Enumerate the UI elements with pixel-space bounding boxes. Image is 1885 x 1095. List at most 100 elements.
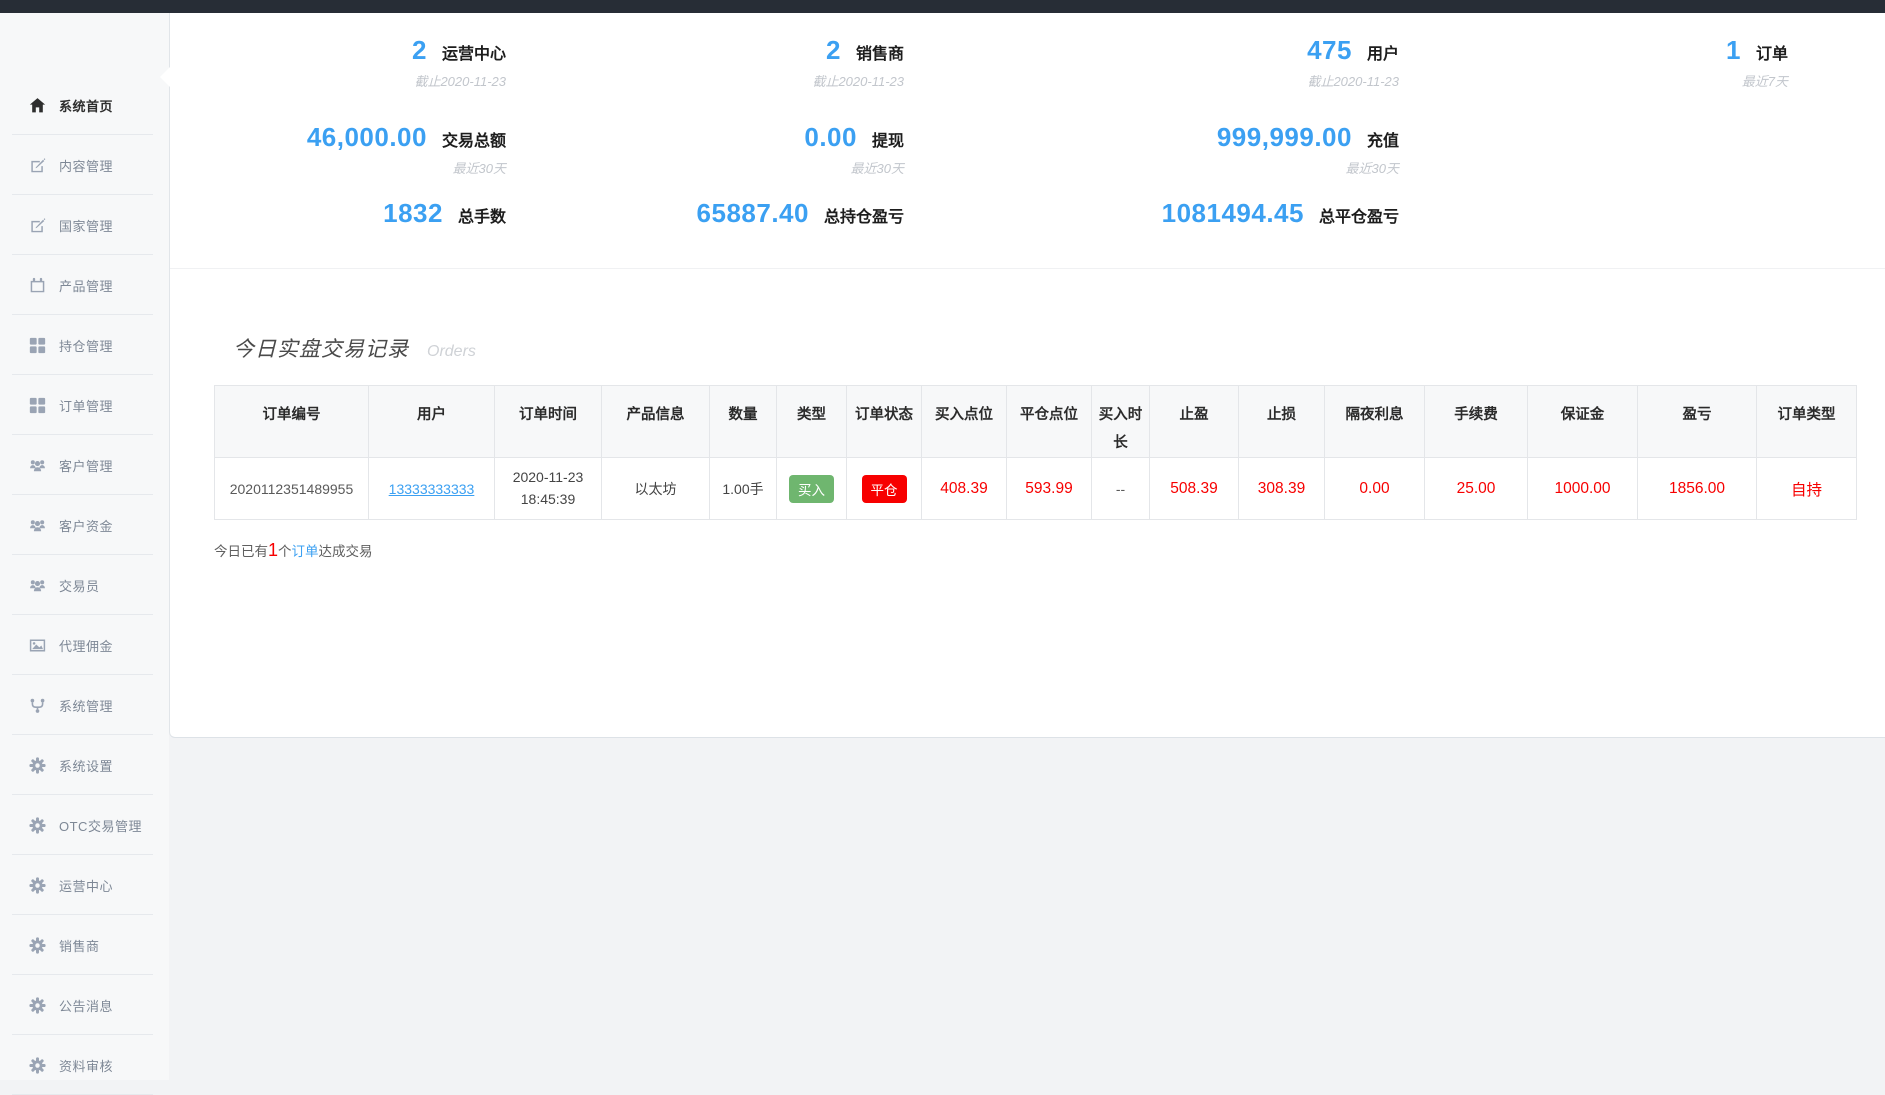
stat-value: 65887.40	[696, 198, 809, 228]
sidebar-item-label: 代理佣金	[59, 638, 114, 654]
sidebar: 系统首页内容管理国家管理产品管理持仓管理订单管理 客户管理客户资金交易员代理佣金系…	[0, 13, 169, 1095]
sidebar-item-label: 系统首页	[59, 98, 114, 114]
sidebar-item-产品管理[interactable]: 产品管理	[0, 255, 169, 315]
stat-value: 1	[1726, 35, 1741, 65]
stat-label: 充值	[1366, 133, 1399, 150]
col-header-overnight-interest: 隔夜利息	[1324, 384, 1425, 459]
calendar-icon	[26, 276, 48, 294]
cell-overnight-interest: 0.00	[1324, 457, 1425, 521]
sidebar-item-label: 系统管理	[59, 698, 114, 714]
stat-operation-centers: 2 运营中心 截止2020-11-23	[412, 35, 506, 89]
sidebar-item-销售商[interactable]: 销售商	[0, 915, 169, 975]
cell-order-no: 2020112351489955	[214, 457, 369, 521]
order-clock: 18:45:39	[520, 490, 576, 507]
stat-deposits: 999,999.00 充值 最近30天	[1216, 122, 1399, 176]
cell-stop-loss: 308.39	[1238, 457, 1325, 521]
stat-orders: 1 订单 最近7天	[1726, 35, 1788, 89]
note-prefix: 今日已有	[214, 544, 268, 560]
stat-withdrawals: 0.00 提现 最近30天	[804, 122, 904, 176]
note-unit: 个	[278, 544, 292, 560]
stat-note: 截止2020-11-23	[1307, 74, 1399, 89]
stat-label: 运营中心	[441, 46, 506, 63]
note-orders-link[interactable]: 订单	[292, 544, 319, 559]
col-header-product: 产品信息	[601, 384, 710, 459]
sidebar-item-label: OTC交易管理	[59, 818, 142, 834]
cell-type: 买入	[776, 457, 847, 521]
sidebar-item-系统设置[interactable]: 系统设置	[0, 735, 169, 795]
stat-value: 999,999.00	[1216, 122, 1352, 152]
orders-title-en: Orders	[427, 343, 476, 360]
stats-column-2: 2 销售商 截止2020-11-23 0.00 提现 最近30天 65887.40 总…	[530, 35, 930, 268]
col-header-type: 类型	[776, 384, 847, 459]
sidebar-item-label: 持仓管理	[59, 338, 114, 354]
note-count: 1	[268, 540, 279, 561]
grid-icon	[26, 336, 48, 354]
cell-status: 平仓	[846, 457, 922, 521]
note-suffix: 达成交易	[318, 544, 373, 560]
col-header-margin: 保证金	[1527, 384, 1638, 459]
sidebar-item-OTC交易管理[interactable]: OTC交易管理	[0, 795, 169, 855]
gear-icon	[26, 996, 48, 1014]
gear-icon	[26, 1056, 48, 1074]
orders-summary-note: 今日已有1个订单达成交易	[214, 540, 1885, 560]
sidebar-item-代理佣金[interactable]: 代理佣金	[0, 615, 169, 675]
orders-table: 订单编号 用户 订单时间 产品信息 数量 类型 订单状态 买入点位 平仓点位 买…	[214, 384, 1857, 521]
cell-buy-point: 408.39	[921, 457, 1007, 521]
stat-open-position-pl: 65887.40 总持仓盈亏	[697, 198, 904, 228]
stats-column-1: 2 运营中心 截止2020-11-23 46,000.00 交易总额 最近30天 1…	[170, 35, 530, 268]
stat-label: 总持仓盈亏	[823, 209, 904, 226]
branch-icon	[26, 696, 48, 714]
cell-take-profit: 508.39	[1149, 457, 1239, 521]
dashboard-stats: 2 运营中心 截止2020-11-23 46,000.00 交易总额 最近30天 1…	[170, 13, 1885, 268]
stat-value: 46,000.00	[306, 122, 427, 152]
sidebar-item-国家管理[interactable]: 国家管理	[0, 195, 169, 255]
cell-order-type: 自持	[1756, 457, 1857, 521]
gear-icon	[26, 936, 48, 954]
sidebar-item-系统首页[interactable]: 系统首页	[0, 75, 169, 135]
sidebar-item-系统管理[interactable]: 系统管理	[0, 675, 169, 735]
stats-column-3: 475 用户 截止2020-11-23 999,999.00 充值 最近30天 10…	[930, 35, 1425, 268]
stat-label: 用户	[1366, 46, 1399, 63]
col-header-order-no: 订单编号	[214, 384, 369, 459]
col-header-order-time: 订单时间	[494, 384, 602, 459]
stat-value: 2	[826, 35, 841, 65]
stat-value: 0.00	[804, 122, 857, 152]
sidebar-item-label: 内容管理	[59, 158, 114, 174]
col-header-buy-duration: 买入时长	[1091, 384, 1150, 459]
sidebar-item-客户资金[interactable]: 客户资金	[0, 495, 169, 555]
sidebar-item-label: 客户资金	[59, 518, 114, 534]
sidebar-item-持仓管理[interactable]: 持仓管理	[0, 315, 169, 375]
main-panel: 2 运营中心 截止2020-11-23 46,000.00 交易总额 最近30天 1…	[160, 13, 1885, 738]
stats-column-4: 1 订单 最近7天	[1425, 35, 1885, 268]
stat-label: 总手数	[457, 209, 506, 226]
sidebar-item-运营中心[interactable]: 运营中心	[0, 855, 169, 915]
order-date: 2020-11-23	[512, 468, 584, 485]
user-phone-link[interactable]: 13333333333	[389, 481, 475, 497]
sidebar-item-资料审核[interactable]: 资料审核	[0, 1035, 169, 1095]
col-header-order-type: 订单类型	[1756, 384, 1857, 459]
sidebar-item-内容管理[interactable]: 内容管理	[0, 135, 169, 195]
sidebar-item-公告消息[interactable]: 公告消息	[0, 975, 169, 1035]
col-header-fee: 手续费	[1424, 384, 1528, 459]
col-header-take-profit: 止盈	[1149, 384, 1239, 459]
cell-buy-duration: --	[1091, 457, 1150, 521]
sidebar-item-订单管理[interactable]: 订单管理	[0, 375, 169, 435]
col-header-quantity: 数量	[709, 384, 777, 459]
orders-title: 今日实盘交易记录 Orders	[233, 333, 1885, 363]
users-icon	[26, 456, 48, 474]
sidebar-item-label: 产品管理	[59, 278, 114, 294]
col-header-buy-point: 买入点位	[921, 384, 1007, 459]
cell-profit: 1856.00	[1637, 457, 1757, 521]
home-icon	[26, 96, 48, 114]
order-row: 2020112351489955 13333333333 2020-11-23 …	[214, 457, 1857, 521]
active-menu-arrow	[160, 67, 170, 87]
sidebar-item-label: 销售商	[59, 938, 100, 954]
stat-label: 提现	[871, 133, 904, 150]
gear-icon	[26, 756, 48, 774]
stat-value: 475	[1307, 35, 1352, 65]
sidebar-item-交易员[interactable]: 交易员	[0, 555, 169, 615]
sidebar-item-label: 运营中心	[59, 878, 114, 894]
cell-user: 13333333333	[368, 457, 495, 521]
sidebar-item-客户管理[interactable]: 客户管理	[0, 435, 169, 495]
buy-badge: 买入	[789, 474, 834, 503]
